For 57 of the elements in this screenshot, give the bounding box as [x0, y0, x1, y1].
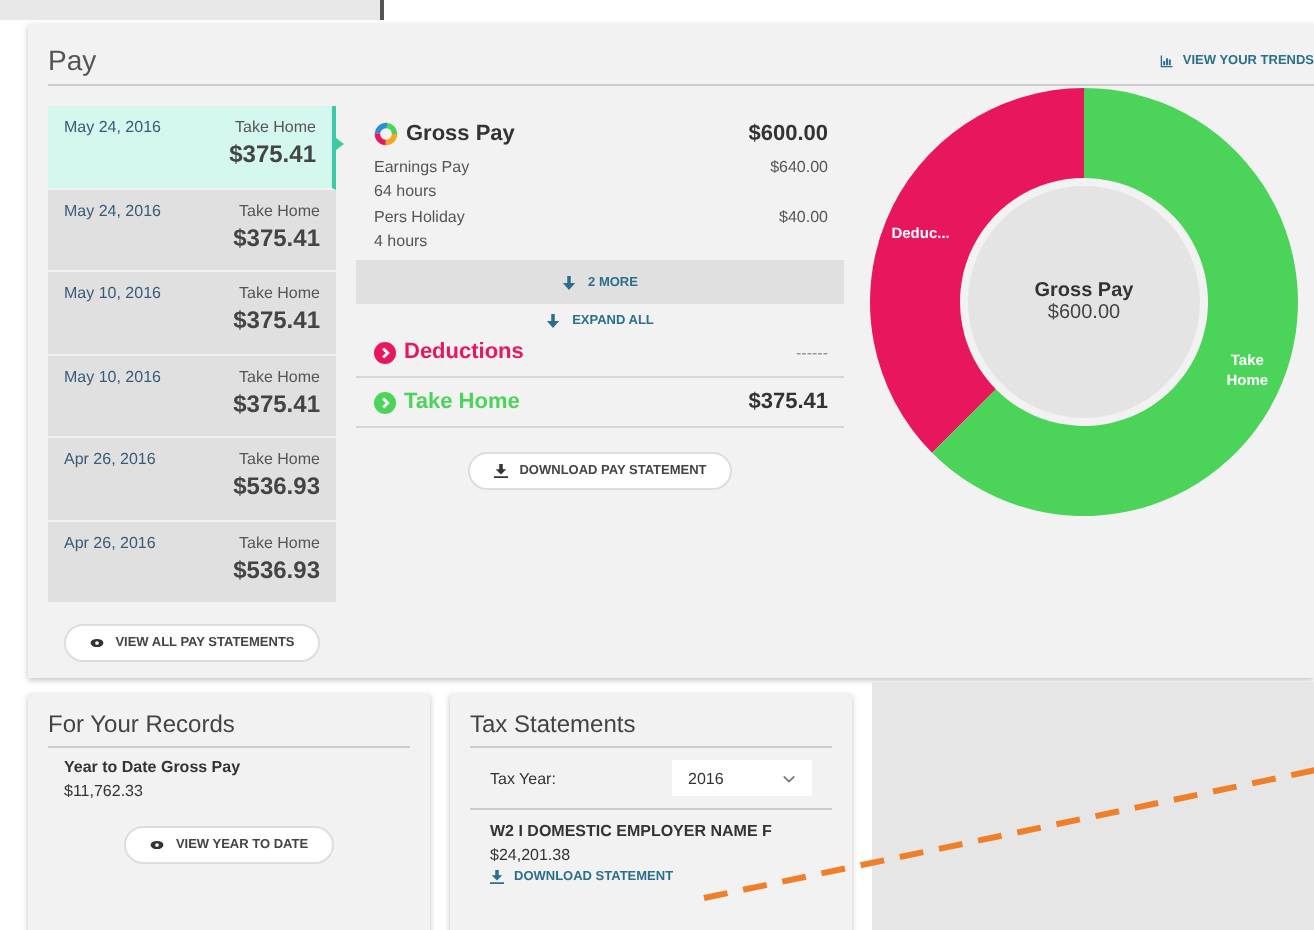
take-home-amount: $375.41	[229, 140, 316, 168]
multicolor-ring-icon	[374, 122, 398, 146]
down-arrow-icon	[546, 314, 561, 328]
pay-statement-item[interactable]: Apr 26, 2016 Take Home $536.93	[48, 438, 336, 521]
gross-pay-amount: $600.00	[748, 122, 828, 146]
chevron-down-icon	[782, 771, 796, 785]
pay-date: Apr 26, 2016	[64, 533, 156, 556]
take-home-label: Take Home	[235, 118, 316, 136]
earning-hours: 4 hours	[374, 232, 430, 250]
bar-chart-icon	[1160, 53, 1175, 67]
earning-amount: $640.00	[770, 158, 828, 180]
take-home-amount: $375.41	[233, 223, 320, 251]
gross-pay-title: Gross Pay	[406, 122, 517, 146]
pay-statement-item[interactable]: May 24, 2016 Take Home $375.41	[48, 189, 336, 272]
donut-center-title: Gross Pay	[1034, 280, 1134, 302]
pay-date: May 24, 2016	[64, 201, 161, 224]
pay-date: May 24, 2016	[64, 118, 161, 140]
download-icon	[490, 870, 504, 884]
chevron-circle-icon	[374, 341, 396, 363]
take-home-amount: $536.93	[233, 472, 320, 500]
pay-title: Pay	[48, 44, 97, 76]
earning-amount: $40.00	[779, 208, 828, 230]
take-home-amount: $536.93	[233, 555, 320, 583]
take-home-amount: $375.41	[233, 389, 320, 417]
w2-amount: $24,201.38	[490, 846, 573, 864]
deductions-title[interactable]: Deductions	[404, 340, 797, 364]
tax-statements-title: Tax Statements	[470, 710, 832, 748]
chevron-circle-icon	[374, 391, 396, 413]
deductions-amount: ------	[796, 343, 828, 361]
pay-date: May 10, 2016	[64, 367, 161, 390]
take-home-total: $375.41	[748, 390, 828, 414]
pay-statement-item[interactable]: May 10, 2016 Take Home $375.41	[48, 355, 336, 438]
pay-statement-item[interactable]: Apr 26, 2016 Take Home $536.93	[48, 521, 336, 604]
earning-name: Earnings Pay	[374, 158, 470, 176]
take-home-label: Take Home	[239, 367, 320, 385]
take-home-amount: $375.41	[233, 306, 320, 334]
eye-icon	[149, 838, 164, 852]
ytd-label: Year to Date Gross Pay	[64, 758, 243, 776]
records-title: For Your Records	[48, 710, 410, 748]
pay-date: May 10, 2016	[64, 284, 161, 306]
take-home-label: Take Home	[239, 201, 320, 219]
pay-statement-item[interactable]: May 10, 2016 Take Home $375.41	[48, 272, 336, 355]
ytd-amount: $11,762.33	[64, 782, 145, 800]
download-icon	[493, 464, 508, 478]
earning-name: Pers Holiday	[374, 208, 465, 226]
take-home-label: Take Home	[239, 450, 320, 468]
donut-center-amount: $600.00	[1047, 302, 1121, 324]
take-home-label: Take Home	[239, 533, 320, 551]
tax-year-select[interactable]: 2016	[672, 760, 812, 796]
selection-pointer-icon	[336, 138, 344, 150]
take-home-label: Take Home	[239, 284, 320, 302]
eye-icon	[89, 636, 104, 650]
tax-year-label: Tax Year:	[490, 769, 556, 787]
w2-employer-name: W2 I DOMESTIC EMPLOYER NAME F	[490, 822, 774, 840]
down-arrow-icon	[562, 275, 577, 289]
pay-date: Apr 26, 2016	[64, 450, 156, 472]
earning-hours: 64 hours	[374, 182, 439, 200]
